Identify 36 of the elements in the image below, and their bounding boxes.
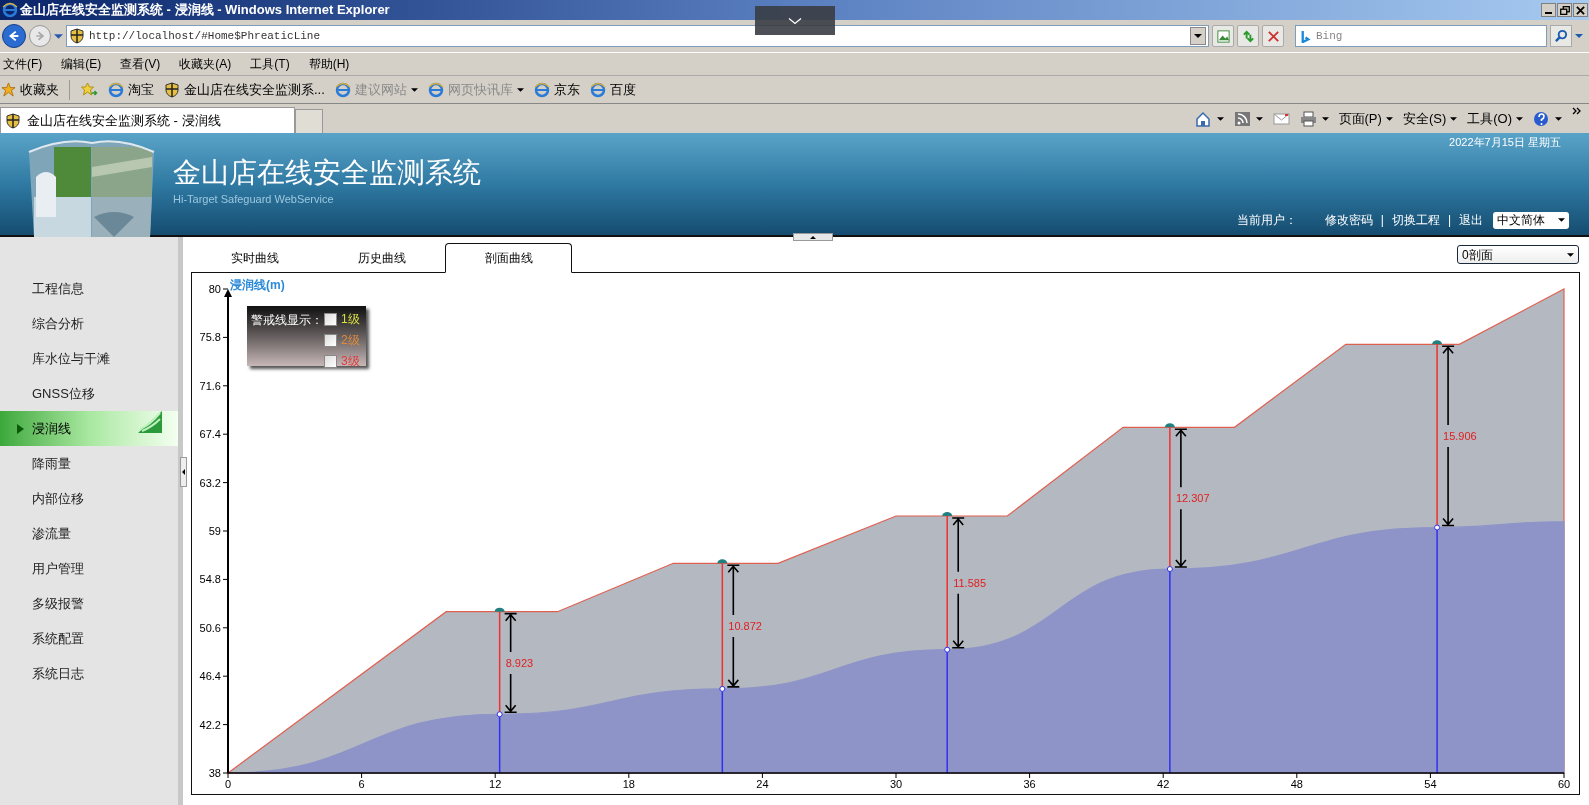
y-tick-label: 67.4 [199,428,221,441]
x-tick-label: 48 [1290,778,1303,790]
x-tick-label: 18 [622,778,635,790]
x-tick-label: 6 [358,778,365,790]
y-tick-label: 71.6 [199,379,221,392]
x-tick-label: 60 [1557,778,1571,790]
x-tick-label: 0 [224,778,232,790]
y-tick-label: 80 [208,283,221,295]
y-tick-label: 50.6 [199,621,221,634]
depth-label: 8.923 [505,656,534,669]
depth-label: 11.585 [953,576,987,589]
y-tick-label: 42.2 [199,718,221,731]
x-tick-label: 30 [889,778,903,790]
legend-label: 警戒线显示： [251,312,323,329]
separator: | [1380,212,1384,229]
x-tick-label: 42 [1157,778,1170,790]
depth-label: 15.906 [1443,429,1477,442]
x-tick-label: 12 [489,778,502,790]
date-text: 2022年7月15日 星期五 [1449,135,1561,150]
x-tick-label: 54 [1424,778,1437,790]
site-subtitle: Hi-Target Safeguard WebService [173,192,335,207]
site-title: 金山店在线安全监测系统 [173,156,481,190]
y-tick-label: 46.4 [199,670,221,683]
y-tick-label: 75.8 [199,331,221,344]
y-tick-label: 63.2 [199,476,221,489]
window-title: 金山店在线安全监测系统 - 浸润线 - Windows Internet Explorer [20,1,390,20]
x-tick-label: 36 [1023,778,1036,790]
separator: | [1447,212,1451,229]
current-user-label: 当前用户： [1236,212,1297,229]
y-tick-label: 38 [208,767,221,779]
depth-label: 12.307 [1175,492,1210,505]
axis-title: 浸润线(m) [230,277,285,294]
x-tick-label: 24 [756,778,769,790]
y-tick-label: 59 [208,525,221,537]
y-tick-label: 54.8 [199,573,221,586]
depth-label: 10.872 [728,620,762,633]
